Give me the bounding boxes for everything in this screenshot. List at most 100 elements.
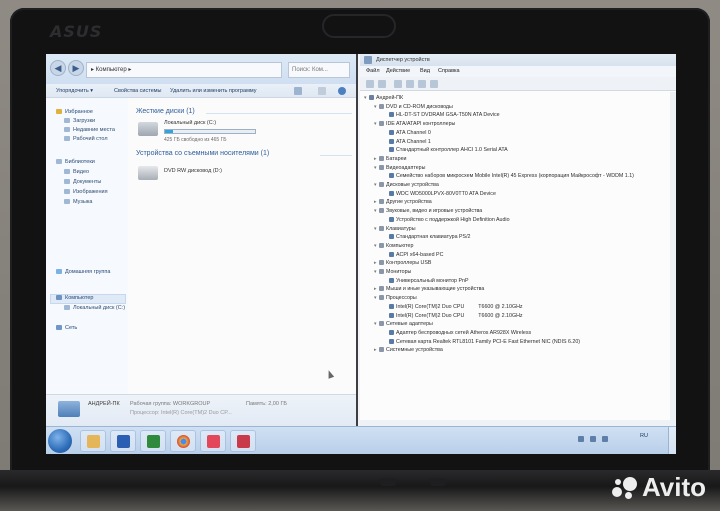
sidebar-item-desktop[interactable]: Рабочий стол — [64, 135, 108, 144]
tree-category[interactable]: ▾ Компьютер — [374, 242, 413, 251]
laptop: ASUS ◀ ▶ ▸ Компьютер ▸ Поиск: Ком... Упо… — [0, 0, 720, 511]
tree-category[interactable]: ▾ Мониторы — [374, 268, 411, 277]
sidebar-item-video[interactable]: Видео — [64, 168, 89, 177]
preview-pane-icon[interactable] — [318, 87, 326, 95]
tree-node-label: Звуковые, видео и игровые устройства — [386, 208, 483, 215]
sidebar-item-pictures[interactable]: Изображения — [64, 188, 108, 197]
tree-category[interactable]: ▾ DVD и CD-ROM дисководы — [374, 103, 453, 112]
back-icon[interactable]: ◀ — [50, 60, 66, 76]
sidebar-network[interactable]: Сеть — [56, 324, 77, 333]
sidebar-item-downloads[interactable]: Загрузки — [64, 117, 95, 126]
view-icon[interactable] — [294, 87, 302, 95]
tree-device[interactable]: Устройство с поддержкой High Definition … — [384, 216, 510, 225]
tree-node-detail: T6600 @ 2.10GHz — [478, 303, 523, 310]
tree-category[interactable]: ▸ Системные устройства — [374, 346, 443, 355]
menu-file[interactable]: Файл — [366, 66, 380, 77]
tree-category[interactable]: ▾ Сетевые адаптеры — [374, 320, 433, 329]
sidebar-homegroup[interactable]: Домашняя группа — [56, 268, 110, 277]
tree-root[interactable]: ▾ Андрей-ПК — [364, 94, 403, 103]
tree-device[interactable]: WDC WD5000LPVX-80V0TT0 ATA Device — [384, 190, 496, 199]
taskbar-word-button[interactable] — [110, 430, 136, 452]
media-icon — [237, 435, 250, 448]
language-indicator[interactable]: RU — [640, 433, 648, 439]
sidebar-favorites[interactable]: Избранное — [56, 108, 93, 117]
back-icon[interactable] — [366, 80, 374, 88]
tree-node-label: Контроллеры USB — [386, 260, 432, 267]
device-manager-icon — [364, 56, 372, 64]
tree-node-label: Другие устройства — [386, 199, 432, 206]
menu-action[interactable]: Действие — [386, 66, 410, 77]
organize-button[interactable]: Упорядочить ▾ — [56, 84, 93, 98]
uninstall-program-button[interactable]: Удалить или изменить программу — [170, 84, 256, 98]
vertical-scrollbar[interactable] — [670, 92, 676, 426]
tree-device[interactable]: Стандартный контроллер AHCI 1.0 Serial A… — [384, 146, 508, 155]
battery-icon[interactable] — [602, 436, 608, 442]
folder-icon — [64, 118, 70, 124]
group-header-hdd[interactable]: Жесткие диски (1) — [136, 108, 195, 115]
tree-device[interactable]: ACPI x64-based PC — [384, 251, 443, 260]
tree-device[interactable]: ATA Channel 0 — [384, 129, 431, 138]
tree-category[interactable]: ▾ Дисковые устройства — [374, 181, 439, 190]
forward-icon[interactable]: ▶ — [68, 60, 84, 76]
computer-name: АНДРЕЙ-ПК — [88, 401, 120, 407]
device-icon — [389, 338, 394, 344]
drive-c-label[interactable]: Локальный диск (C:) — [164, 120, 216, 126]
menu-help[interactable]: Справка — [438, 66, 460, 77]
properties-icon[interactable] — [406, 80, 414, 88]
taskbar-media-button[interactable] — [230, 430, 256, 452]
tree-device[interactable]: Семейство наборов микросхем Mobile Intel… — [384, 172, 634, 181]
start-button[interactable] — [48, 429, 72, 453]
folder-icon — [87, 435, 100, 448]
taskbar-explorer-button[interactable] — [80, 430, 106, 452]
forward-icon[interactable] — [378, 80, 386, 88]
group-header-removable[interactable]: Устройства со съемными носителями (1) — [136, 150, 269, 157]
sidebar-item-local-disk[interactable]: Локальный диск (C:) — [64, 304, 125, 313]
device-icon — [389, 129, 394, 135]
tree-node-label: Андрей-ПК — [376, 95, 404, 101]
tree-category[interactable]: ▸ Другие устройства — [374, 198, 432, 207]
tree-device[interactable]: Intel(R) Core(TM)2 Duo CPU T6600 @ 2.10GH… — [384, 303, 523, 312]
search-input[interactable]: Поиск: Ком... — [288, 62, 350, 78]
volume-icon[interactable] — [590, 436, 596, 442]
tree-category[interactable]: ▸ Мыши и иные указывающие устройства — [374, 285, 484, 294]
hard-drive-icon[interactable] — [138, 122, 158, 136]
tree-view-icon[interactable] — [394, 80, 402, 88]
sidebar-item-recent[interactable]: Недавние места — [64, 126, 115, 135]
tree-node-label: Устройство с поддержкой High Definition … — [396, 216, 510, 223]
tree-category[interactable]: ▾ Клавиатуры — [374, 225, 416, 234]
tree-device[interactable]: Intel(R) Core(TM)2 Duo CPU T6600 @ 2.10GH… — [384, 312, 523, 321]
address-bar[interactable]: ▸ Компьютер ▸ — [86, 62, 282, 78]
tree-device[interactable]: HL-DT-ST DVDRAM GSA-T50N ATA Device — [384, 111, 500, 120]
system-properties-button[interactable]: Свойства системы — [114, 84, 162, 98]
network-tray-icon[interactable] — [578, 436, 584, 442]
explorer-toolbar: Упорядочить ▾ Свойства системы Удалить и… — [46, 84, 356, 98]
device-icon — [369, 95, 374, 101]
tree-device[interactable]: ATA Channel 1 — [384, 138, 431, 147]
tree-category[interactable]: ▾ Видеоадаптеры — [374, 164, 425, 173]
sidebar-libraries[interactable]: Библиотеки — [56, 158, 95, 167]
tree-device[interactable]: Сетевая карта Realtek RTL8101 Family PCI… — [384, 338, 580, 347]
tree-category[interactable]: ▾ Процессоры — [374, 294, 417, 303]
show-desktop-button[interactable] — [668, 427, 676, 454]
video-icon — [64, 169, 70, 175]
device-icon — [379, 347, 384, 353]
help-icon[interactable] — [338, 87, 346, 95]
tree-category[interactable]: ▸ Контроллеры USB — [374, 259, 431, 268]
tree-device[interactable]: Адаптер беспроводных сетей Atheros AR928… — [384, 329, 531, 338]
taskbar-excel-button[interactable] — [140, 430, 166, 452]
menu-view[interactable]: Вид — [420, 66, 430, 77]
drive-d-label[interactable]: DVD RW дисковод (D:) — [164, 168, 222, 174]
help-icon[interactable] — [418, 80, 426, 88]
taskbar-camera-button[interactable] — [200, 430, 226, 452]
taskbar-chrome-button[interactable] — [170, 430, 196, 452]
sidebar-item-music[interactable]: Музыка — [64, 198, 92, 207]
tree-device[interactable]: Универсальный монитор PnP — [384, 277, 468, 286]
dvd-drive-icon[interactable] — [138, 166, 158, 180]
tree-category[interactable]: ▾ IDE ATA/ATAPI контроллеры — [374, 120, 455, 129]
sidebar-computer[interactable]: Компьютер — [56, 294, 93, 303]
sidebar-item-documents[interactable]: Документы — [64, 178, 101, 187]
scan-hardware-icon[interactable] — [430, 80, 438, 88]
tree-device[interactable]: Стандартная клавиатура PS/2 — [384, 233, 471, 242]
tree-category[interactable]: ▸ Батареи — [374, 155, 406, 164]
tree-category[interactable]: ▾ Звуковые, видео и игровые устройства — [374, 207, 482, 216]
